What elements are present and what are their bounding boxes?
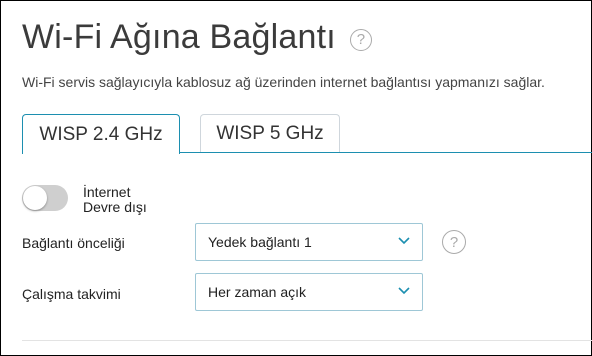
toggle-knob <box>23 186 47 210</box>
title-row: Wi-Fi Ağına Bağlantı ? <box>22 18 372 57</box>
priority-select-value: Yedek bağlantı 1 <box>208 234 312 250</box>
internet-label: İnternet <box>83 184 131 200</box>
priority-label: Bağlantı önceliği <box>22 235 125 251</box>
schedule-select[interactable]: Her zaman açık <box>195 273 423 311</box>
schedule-select-value: Her zaman açık <box>208 284 307 300</box>
schedule-label: Çalışma takvimi <box>22 286 121 302</box>
tab-wisp-2-4ghz[interactable]: WISP 2.4 GHz <box>22 114 180 154</box>
help-icon[interactable]: ? <box>349 28 372 51</box>
chevron-down-icon <box>398 237 410 245</box>
internet-toggle[interactable] <box>22 185 68 211</box>
priority-select[interactable]: Yedek bağlantı 1 <box>195 223 423 261</box>
help-icon[interactable]: ? <box>442 230 466 254</box>
page-title: Wi-Fi Ağına Bağlantı <box>22 18 336 56</box>
tab-wisp-5ghz[interactable]: WISP 5 GHz <box>200 114 340 152</box>
page-description: Wi-Fi servis sağlayıcıyla kablosuz ağ üz… <box>22 74 545 90</box>
section-divider <box>22 340 592 341</box>
chevron-down-icon <box>398 287 410 295</box>
internet-status: Devre dışı <box>83 199 147 215</box>
tab-bar: WISP 2.4 GHz WISP 5 GHz <box>22 114 592 154</box>
tab-underline <box>158 152 592 153</box>
